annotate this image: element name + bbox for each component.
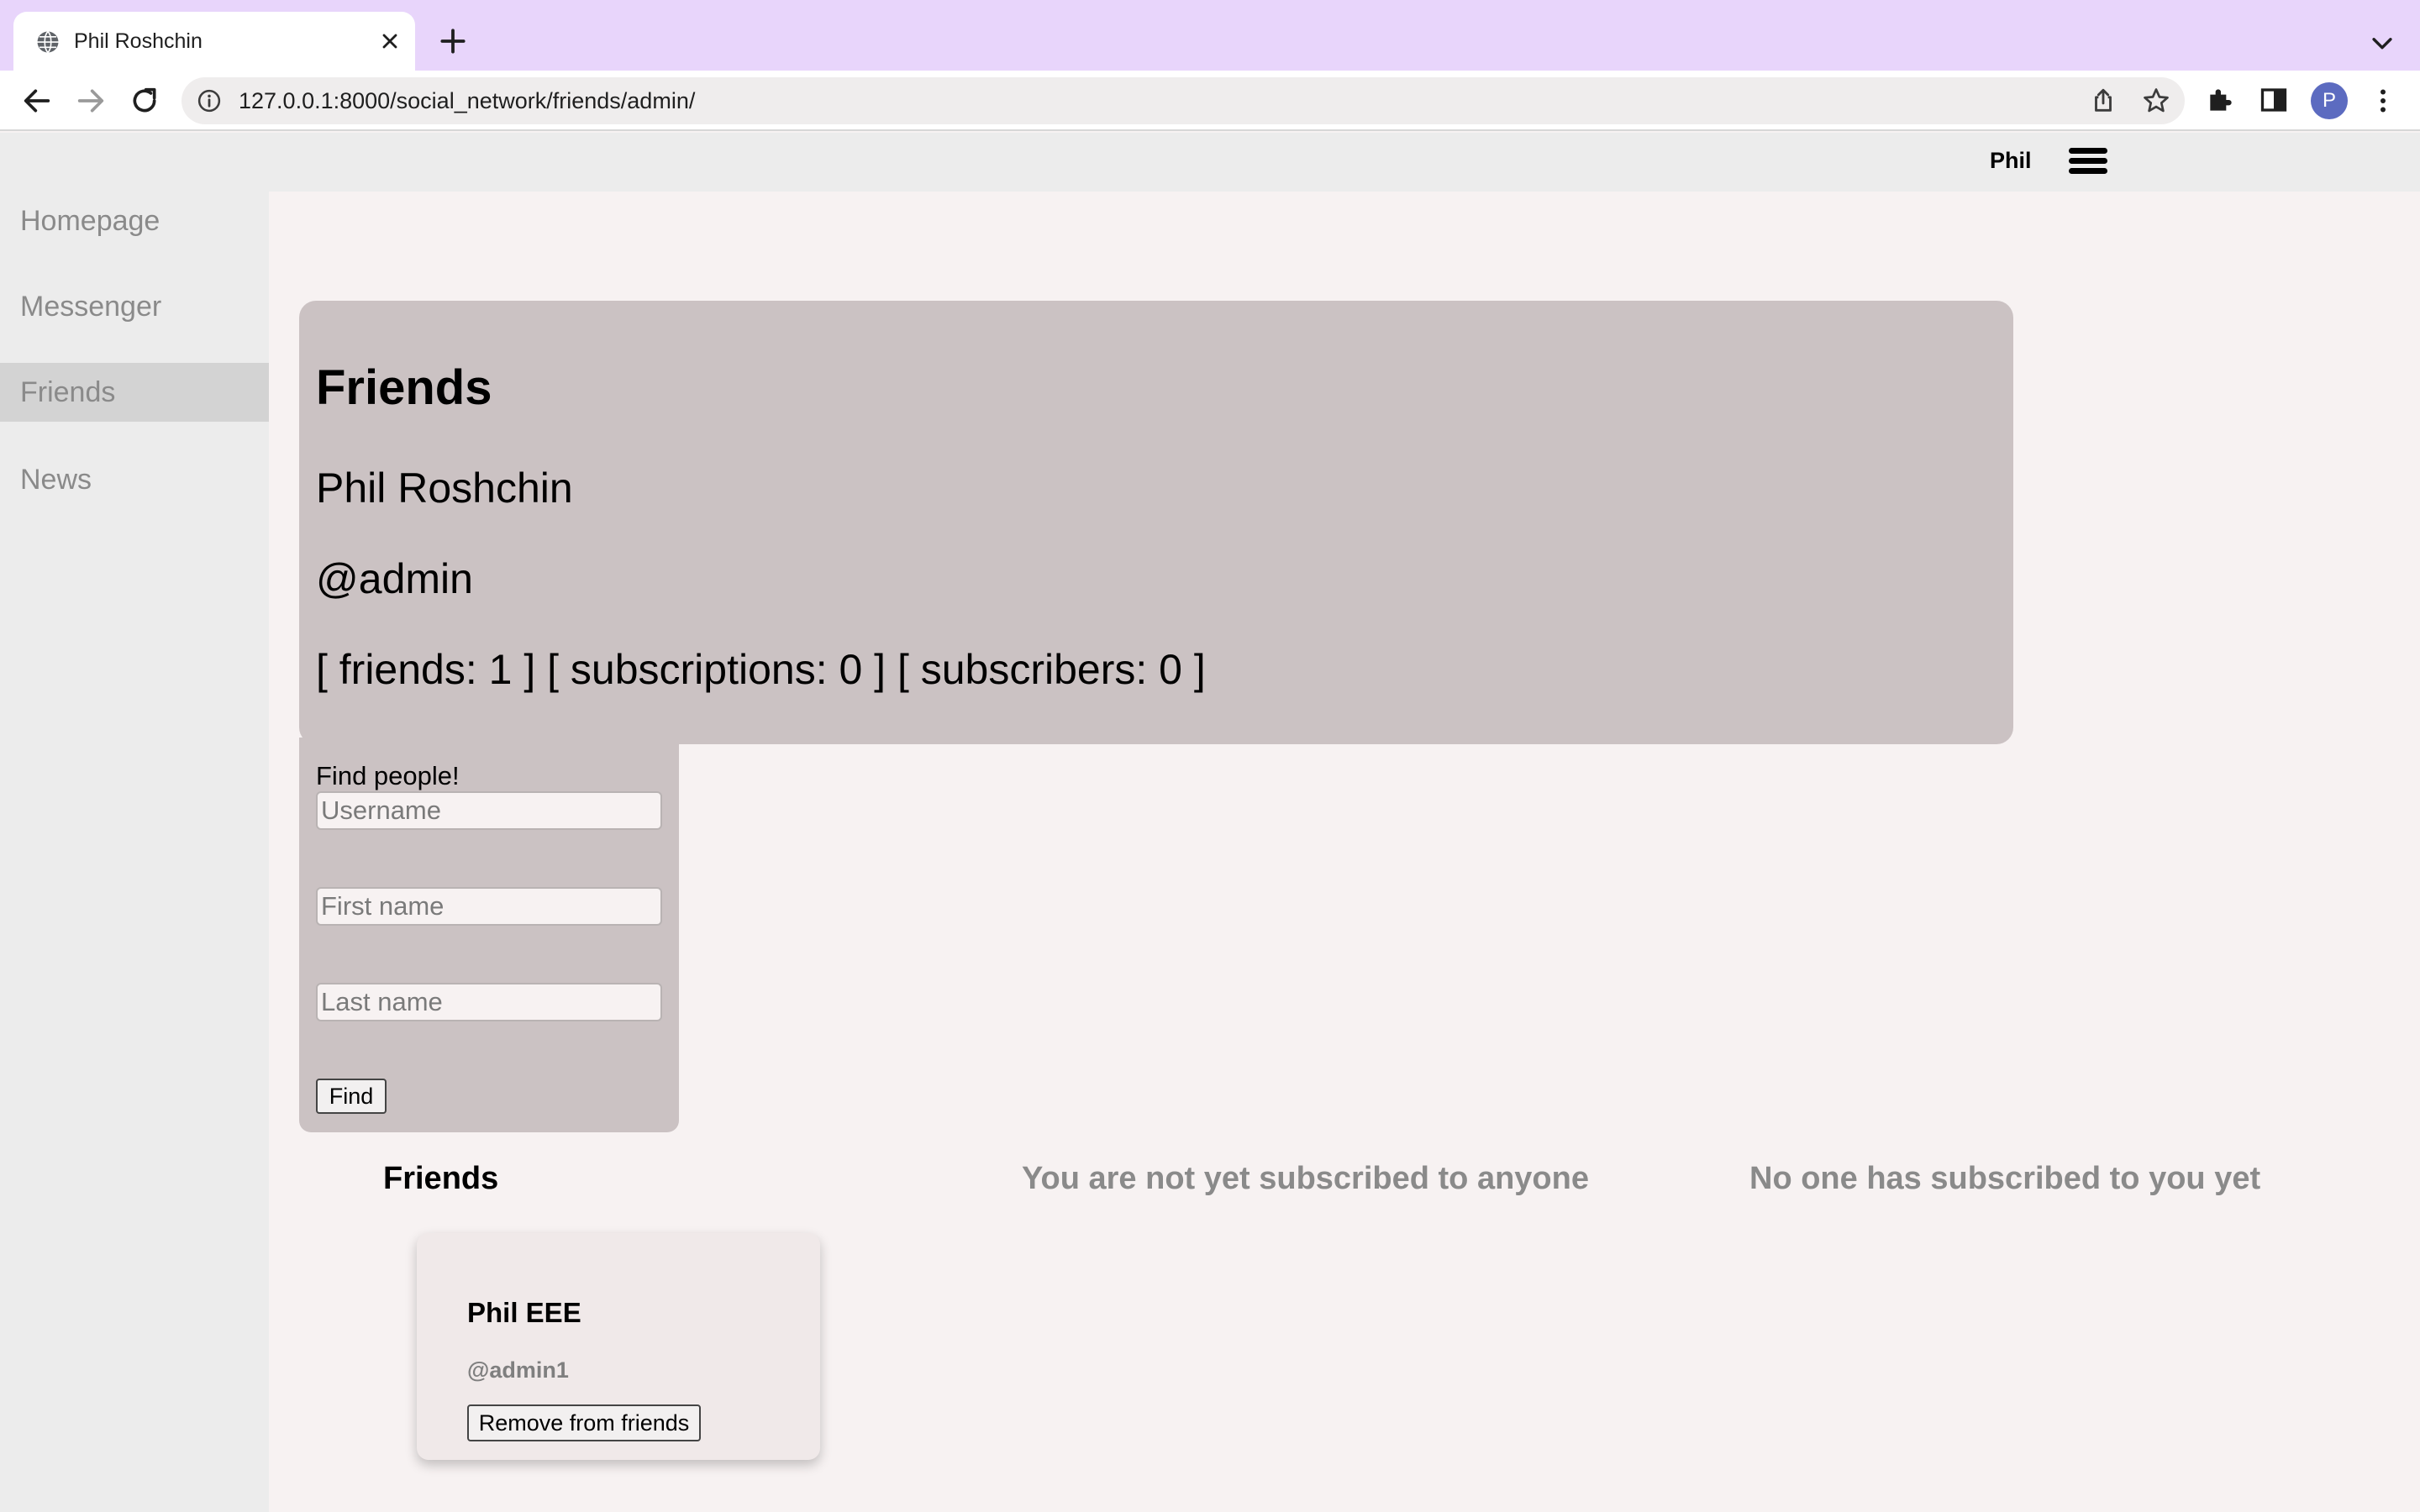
friend-handle: @admin1	[467, 1357, 569, 1383]
globe-icon	[37, 30, 59, 54]
profile-stats: [ friends: 1 ] [ subscriptions: 0 ] [ su…	[316, 646, 1206, 693]
profile-full-name: Phil Roshchin	[316, 465, 573, 512]
chevron-down-icon[interactable]	[2368, 29, 2396, 57]
find-people-form: Find people! Find	[299, 738, 679, 1132]
bookmark-star-icon[interactable]	[2141, 86, 2171, 116]
share-icon[interactable]	[2089, 87, 2118, 115]
subscribers-empty-message: No one has subscribed to you yet	[1749, 1161, 2261, 1196]
friends-column-title: Friends	[383, 1161, 499, 1196]
side-panel-icon[interactable]	[2259, 85, 2289, 115]
sidebar-item-homepage[interactable]: Homepage	[0, 192, 269, 250]
profile-handle: @admin	[316, 555, 473, 602]
remove-friend-button[interactable]: Remove from friends	[467, 1404, 701, 1441]
sidebar-item-friends[interactable]: Friends	[0, 363, 269, 422]
profile-avatar[interactable]: P	[2311, 82, 2348, 119]
find-people-label: Find people!	[316, 761, 460, 790]
extensions-puzzle-icon[interactable]	[2205, 84, 2237, 116]
info-icon[interactable]	[197, 88, 222, 113]
friend-name[interactable]: Phil EEE	[467, 1297, 581, 1329]
new-tab-icon[interactable]	[437, 25, 469, 57]
close-tab-icon[interactable]	[378, 29, 402, 53]
site-header: Phil	[0, 133, 2420, 192]
forward-arrow-icon[interactable]	[74, 84, 108, 118]
username-input[interactable]	[316, 791, 662, 830]
last-name-input[interactable]	[316, 983, 662, 1021]
browser-tab-strip: Phil Roshchin	[0, 0, 2420, 71]
sidebar-item-messenger[interactable]: Messenger	[0, 277, 269, 336]
page-title: Friends	[316, 360, 492, 415]
sidebar-item-news[interactable]: News	[0, 450, 269, 509]
current-user-name[interactable]: Phil	[1990, 148, 2032, 174]
address-bar[interactable]: 127.0.0.1:8000/social_network/friends/ad…	[182, 77, 2185, 124]
reload-icon[interactable]	[128, 84, 161, 118]
page-viewport: Phil Homepage Messenger Friends News Fri…	[0, 133, 2420, 1512]
find-button[interactable]: Find	[316, 1079, 387, 1114]
back-arrow-icon[interactable]	[20, 84, 54, 118]
subscriptions-empty-message: You are not yet subscribed to anyone	[1022, 1161, 1589, 1196]
first-name-input[interactable]	[316, 887, 662, 926]
kebab-menu-icon[interactable]	[2368, 84, 2398, 118]
browser-tab[interactable]: Phil Roshchin	[13, 12, 415, 71]
profile-card: Friends Phil Roshchin @admin [ friends: …	[299, 301, 2013, 744]
hamburger-menu-icon[interactable]	[2069, 148, 2107, 178]
sidebar-nav: Homepage Messenger Friends News	[0, 192, 269, 1512]
url-text[interactable]: 127.0.0.1:8000/social_network/friends/ad…	[239, 88, 695, 113]
tab-title: Phil Roshchin	[74, 29, 203, 53]
friend-card: Phil EEE @admin1 Remove from friends	[417, 1233, 820, 1460]
browser-toolbar: 127.0.0.1:8000/social_network/friends/ad…	[0, 71, 2420, 131]
